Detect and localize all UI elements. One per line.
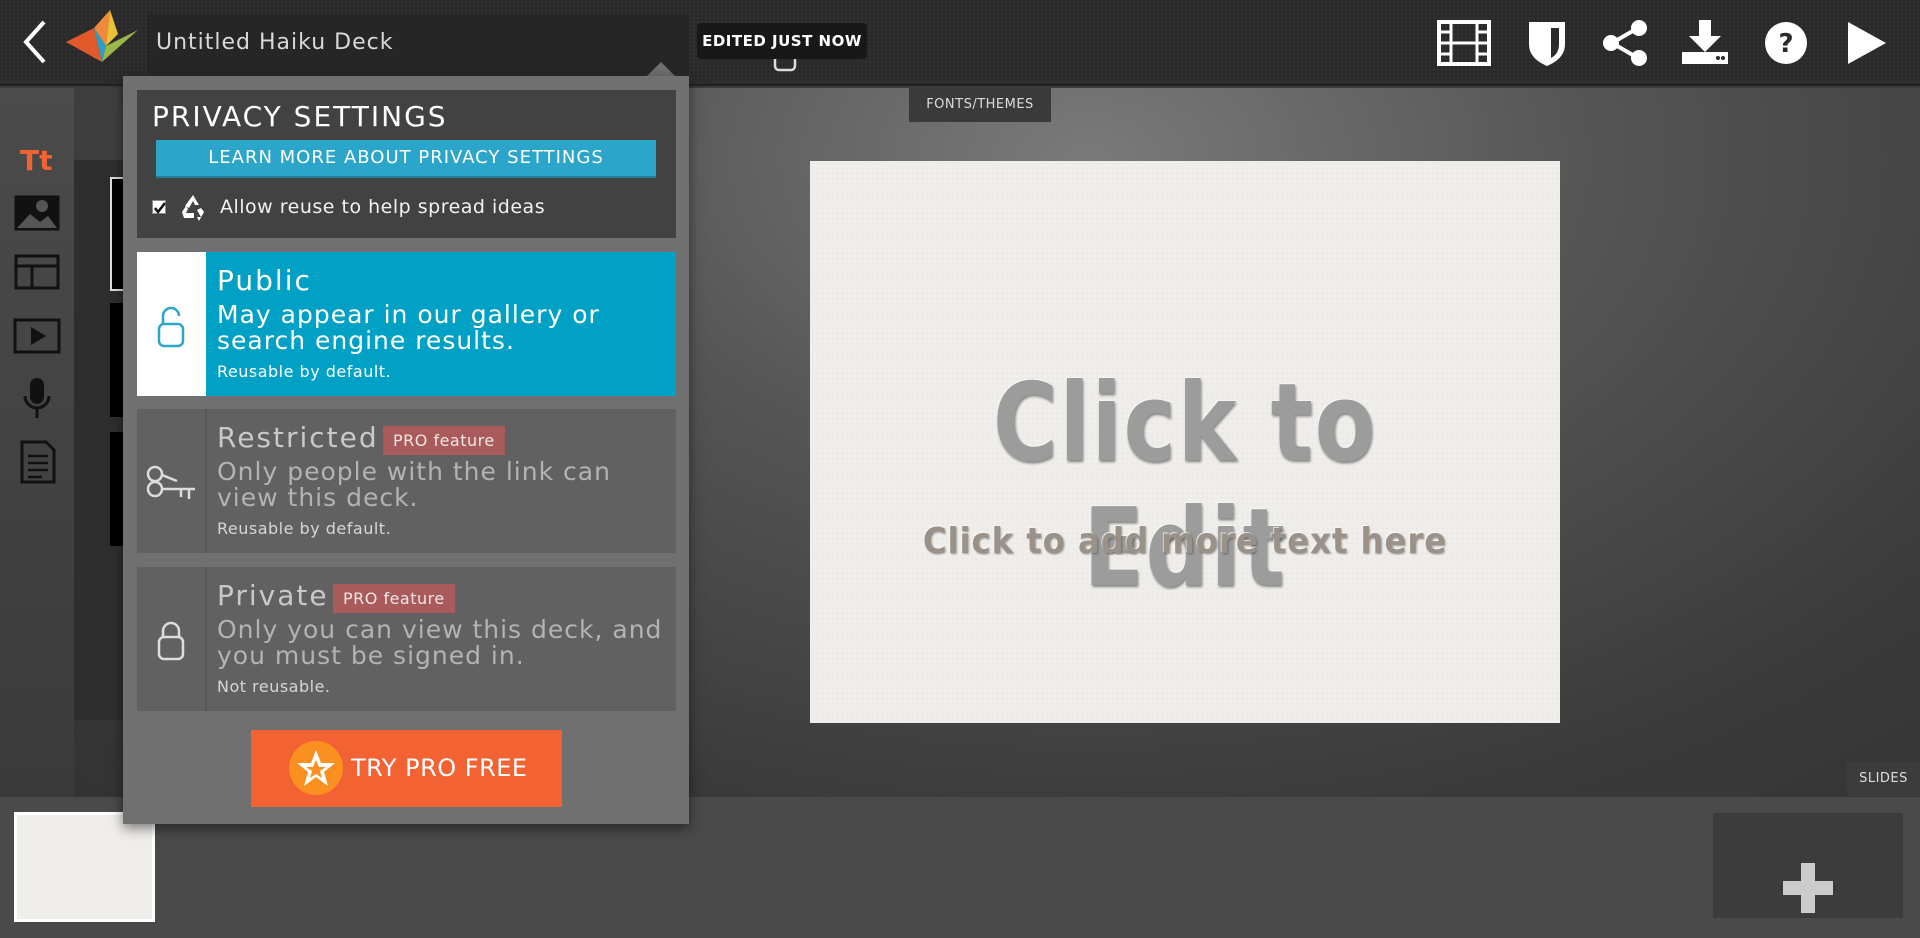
- slide-canvas[interactable]: Click to Edit Click to add more text her…: [810, 161, 1560, 723]
- privacy-option-private[interactable]: Private PRO feature Only you can view th…: [137, 567, 676, 711]
- option-body: Restricted PRO feature Only people with …: [206, 409, 676, 553]
- notes-icon[interactable]: [12, 438, 62, 486]
- option-body: Public May appear in our gallery or sear…: [206, 252, 676, 396]
- privacy-option-public[interactable]: Public May appear in our gallery or sear…: [137, 252, 676, 396]
- option-description: May appear in our gallery or search engi…: [217, 300, 600, 355]
- text-icon[interactable]: Tt: [12, 136, 62, 184]
- unlock-icon: [157, 306, 185, 348]
- deck-title-field[interactable]: Untitled Haiku Deck: [147, 14, 821, 74]
- slides-tab[interactable]: SLIDES: [1847, 762, 1920, 796]
- option-icon-cell: [137, 409, 206, 553]
- video-icon[interactable]: [12, 312, 62, 360]
- image-icon[interactable]: [12, 188, 62, 236]
- option-description: Only you can view this deck, and you mus…: [217, 615, 663, 670]
- left-toolbar: Tt: [0, 88, 74, 798]
- try-pro-free-button[interactable]: TRY PRO FREE: [251, 730, 562, 807]
- recycle-icon: [177, 192, 209, 224]
- option-name: Public: [217, 264, 312, 297]
- microphone-icon[interactable]: [12, 374, 62, 422]
- learn-more-button[interactable]: LEARN MORE ABOUT PRIVACY SETTINGS: [156, 140, 656, 178]
- option-note: Reusable by default.: [217, 362, 392, 381]
- option-body: Private PRO feature Only you can view th…: [206, 567, 676, 711]
- edited-status-badge: EDITED JUST NOW: [697, 23, 867, 59]
- privacy-option-restricted[interactable]: Restricted PRO feature Only people with …: [137, 409, 676, 553]
- option-note: Reusable by default.: [217, 519, 392, 538]
- slide-subtitle[interactable]: Click to add more text here: [848, 521, 1523, 562]
- option-divider: [205, 409, 207, 553]
- option-name: Private: [217, 579, 329, 612]
- privacy-title: PRIVACY SETTINGS: [152, 100, 448, 133]
- option-divider: [205, 567, 207, 711]
- option-icon-cell: [137, 567, 206, 711]
- shield-icon[interactable]: [1520, 18, 1574, 68]
- plus-icon: [1783, 863, 1833, 913]
- slide-title[interactable]: Click to Edit: [878, 361, 1493, 611]
- svg-text:?: ?: [1778, 29, 1793, 59]
- layout-icon[interactable]: [12, 248, 62, 296]
- film-icon[interactable]: [1437, 18, 1491, 68]
- privacy-header: PRIVACY SETTINGS LEARN MORE ABOUT PRIVAC…: [137, 90, 676, 238]
- top-bar: Untitled Haiku Deck EDITED JUST NOW ?: [0, 0, 1920, 86]
- add-slide-button[interactable]: [1713, 813, 1903, 918]
- help-icon[interactable]: ?: [1759, 18, 1813, 68]
- option-note: Not reusable.: [217, 677, 331, 696]
- fonts-themes-tab[interactable]: FONTS/THEMES: [909, 88, 1051, 122]
- back-icon[interactable]: [20, 18, 50, 66]
- slide-thumbnail[interactable]: [14, 812, 155, 922]
- star-badge-icon: [288, 740, 344, 796]
- option-icon-cell: [137, 252, 206, 396]
- option-name: Restricted: [217, 421, 379, 454]
- share-icon[interactable]: [1598, 18, 1652, 68]
- allow-reuse-row[interactable]: Allow reuse to help spread ideas: [152, 190, 652, 224]
- allow-reuse-label: Allow reuse to help spread ideas: [220, 196, 546, 218]
- key-icon: [146, 465, 195, 499]
- try-pro-label: TRY PRO FREE: [351, 754, 528, 782]
- pro-feature-badge: PRO feature: [333, 584, 455, 613]
- lock-icon: [157, 621, 185, 661]
- deck-title[interactable]: Untitled Haiku Deck: [156, 30, 393, 55]
- pro-feature-badge: PRO feature: [383, 426, 505, 455]
- haiku-deck-logo[interactable]: [62, 6, 142, 70]
- option-description: Only people with the link can view this …: [217, 457, 611, 512]
- svg-text:Tt: Tt: [20, 144, 52, 177]
- play-icon[interactable]: [1840, 18, 1894, 68]
- allow-reuse-checkbox[interactable]: [152, 200, 166, 215]
- download-icon[interactable]: [1678, 18, 1732, 68]
